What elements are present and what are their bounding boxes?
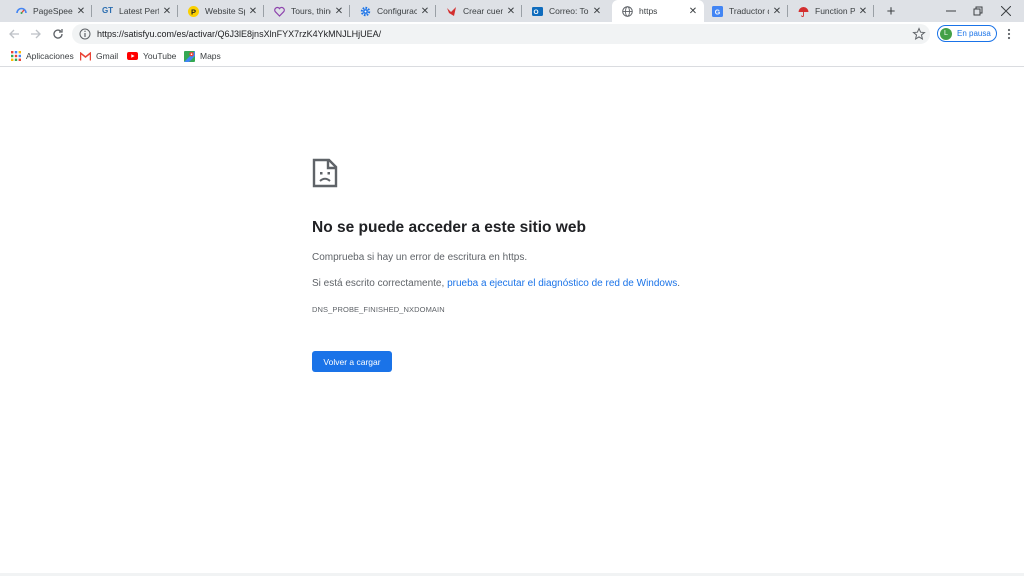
browser-toolbar: https://satisfyu.com/es/activar/Q6J3lE8j… — [0, 22, 1024, 46]
crear-cuenta-icon — [446, 6, 457, 17]
close-icon[interactable]: ✕ — [772, 6, 782, 17]
profile-button[interactable]: L En pausa — [937, 25, 997, 42]
tab-configuracion[interactable]: Configuració ✕ — [350, 0, 436, 22]
tab-pingdom[interactable]: P Website Spe ✕ — [178, 0, 264, 22]
tab-strip: PageSpeed I ✕ GT Latest Perfor ✕ P Websi… — [0, 0, 1024, 22]
tab-tours[interactable]: Tours, things ✕ — [264, 0, 350, 22]
error-check-text: Comprueba si hay un error de escritura e… — [312, 252, 528, 263]
arrow-left-icon — [9, 29, 19, 39]
bookmark-label: YouTube — [143, 51, 177, 61]
youtube-icon — [127, 51, 138, 62]
bookmark-label: Maps — [200, 51, 221, 61]
tab-title: Correo: Tous — [549, 6, 589, 16]
tab-crear-cuenta[interactable]: Crear cuenta ✕ — [436, 0, 522, 22]
umbrella-icon — [798, 6, 809, 17]
error-code: DNS_PROBE_FINISHED_NXDOMAIN — [312, 305, 445, 314]
close-icon[interactable]: ✕ — [592, 6, 602, 17]
tab-title: Traductor de — [729, 6, 769, 16]
close-icon[interactable]: ✕ — [76, 6, 86, 17]
network-diagnostics-link[interactable]: prueba a ejecutar el diagnóstico de red … — [447, 278, 677, 289]
arrow-right-icon — [31, 29, 41, 39]
new-tab-button[interactable]: + — [882, 2, 900, 20]
close-icon[interactable]: ✕ — [248, 6, 258, 17]
reload-page-button[interactable]: Volver a cargar — [312, 351, 392, 372]
error-diagnostic-line: Si está escrito correctamente, prueba a … — [312, 278, 680, 289]
tab-function[interactable]: Function Pa ✕ — [788, 0, 874, 22]
info-icon[interactable] — [79, 28, 91, 40]
close-icon — [1001, 6, 1011, 16]
close-icon[interactable]: ✕ — [334, 6, 344, 17]
avatar: L — [940, 27, 952, 40]
more-vert-icon — [1007, 28, 1011, 40]
tab-correo[interactable]: O Correo: Tous ✕ — [522, 0, 608, 22]
tab-title: Crear cuenta — [463, 6, 503, 16]
tab-title: PageSpeed I — [33, 6, 73, 16]
tab-title: Tours, things — [291, 6, 331, 16]
close-icon[interactable]: ✕ — [162, 6, 172, 17]
gmail-icon — [80, 51, 91, 62]
back-button[interactable] — [5, 25, 23, 43]
close-icon[interactable]: ✕ — [420, 6, 430, 17]
bookmark-maps[interactable]: Maps — [184, 49, 221, 63]
profile-status-label: En pausa — [957, 29, 991, 38]
apps-grid-icon — [10, 51, 21, 62]
menu-button[interactable] — [1004, 27, 1014, 41]
pagespeed-icon — [16, 6, 27, 17]
globe-icon — [622, 5, 633, 17]
close-icon[interactable]: ✕ — [506, 6, 516, 17]
tab-title: Function Pa — [815, 6, 855, 16]
heart-icon — [274, 6, 285, 17]
translate-icon: G — [712, 5, 723, 17]
bookmark-youtube[interactable]: YouTube — [127, 49, 176, 63]
tab-pagespeed[interactable]: PageSpeed I ✕ — [6, 0, 92, 22]
close-icon[interactable]: ✕ — [688, 6, 698, 17]
tab-title: Latest Perfor — [119, 6, 159, 16]
bookmarks-bar: Aplicaciones Gmail YouTube Maps — [0, 46, 1024, 67]
minimize-icon — [946, 10, 956, 12]
gear-icon — [360, 6, 371, 17]
outlook-icon: O — [532, 6, 543, 17]
close-window-button[interactable] — [988, 0, 1024, 22]
pingdom-icon: P — [188, 5, 199, 17]
restore-icon — [973, 6, 983, 16]
tab-title: https — [639, 6, 658, 16]
svg-text:G: G — [715, 9, 721, 16]
maps-icon — [184, 50, 195, 62]
reload-button[interactable] — [49, 25, 67, 43]
bookmark-gmail[interactable]: Gmail — [80, 49, 118, 63]
tab-gtmetrix[interactable]: GT Latest Perfor ✕ — [92, 0, 178, 22]
tab-traductor[interactable]: G Traductor de ✕ — [702, 0, 788, 22]
error-title: No se puede acceder a este sitio web — [312, 219, 586, 236]
svg-text:O: O — [533, 9, 538, 16]
bookmark-label: Gmail — [96, 51, 119, 61]
forward-button[interactable] — [27, 25, 45, 43]
tab-https-active[interactable]: https ✕ — [612, 0, 704, 22]
address-bar[interactable]: https://satisfyu.com/es/activar/Q6J3lE8j… — [72, 24, 930, 44]
tab-title: Configuració — [377, 6, 417, 16]
sad-page-icon — [312, 158, 338, 188]
reload-icon — [53, 29, 63, 39]
bookmark-aplicaciones[interactable]: Aplicaciones — [10, 49, 74, 63]
svg-text:P: P — [191, 7, 196, 16]
diagnostic-suffix: . — [677, 278, 680, 289]
star-icon[interactable] — [912, 27, 926, 41]
tab-separator — [873, 5, 874, 17]
url-text[interactable]: https://satisfyu.com/es/activar/Q6J3lE8j… — [97, 29, 381, 39]
close-icon[interactable]: ✕ — [858, 6, 868, 17]
gtmetrix-icon: GT — [101, 6, 114, 15]
diagnostic-prefix: Si está escrito correctamente, — [312, 278, 448, 289]
tab-title: Website Spe — [205, 6, 245, 16]
bookmark-label: Aplicaciones — [26, 51, 74, 61]
